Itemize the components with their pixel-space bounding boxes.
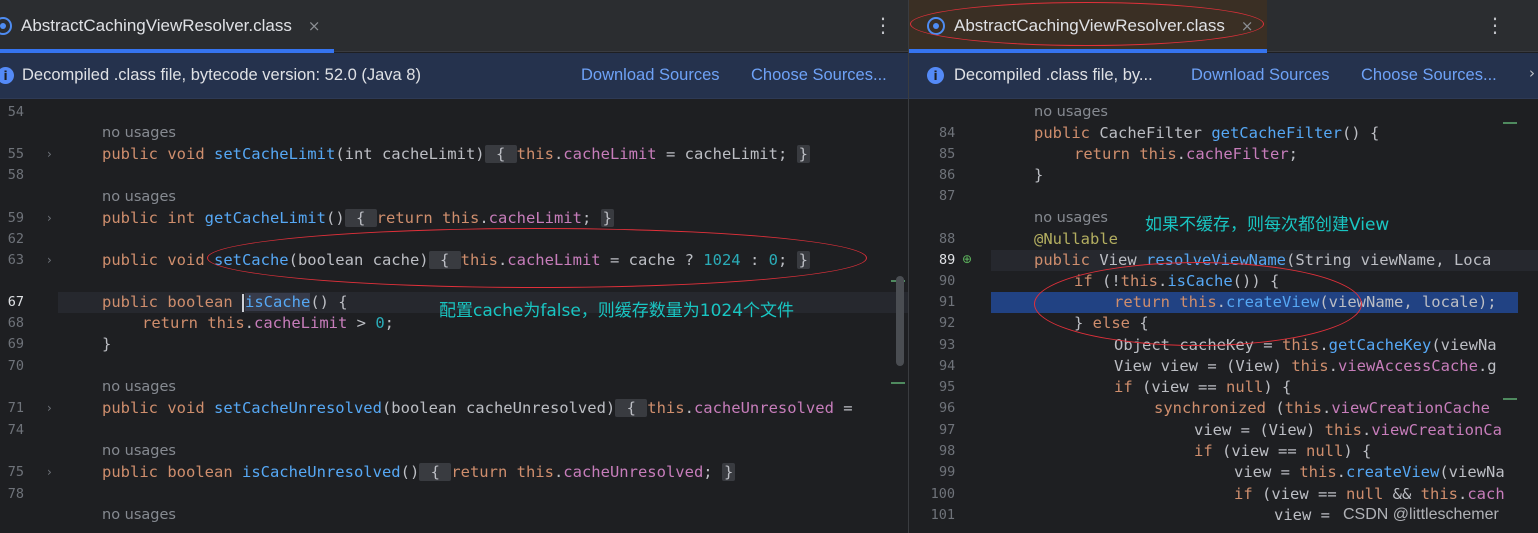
line-number: 63 [7, 252, 24, 268]
line-number: 75 [7, 464, 24, 480]
vertical-scrollbar[interactable] [896, 276, 904, 366]
line-number: 59 [7, 210, 24, 226]
fold-chevron-icon[interactable]: › [47, 208, 52, 229]
no-usages-hint[interactable]: no usages [102, 187, 176, 208]
left-decompiled-banner: i Decompiled .class file, bytecode versi… [0, 53, 908, 99]
code-line-55: public void setCacheLimit(int cacheLimit… [102, 145, 810, 163]
kebab-menu-icon[interactable]: ⋮ [1485, 13, 1505, 37]
left-tab-title: AbstractCachingViewResolver.class [21, 16, 292, 35]
code-line-85: return this.cacheFilter; [1074, 145, 1298, 163]
close-icon[interactable]: × [308, 17, 321, 35]
no-usages-hint[interactable]: no usages [102, 441, 176, 462]
right-choose-sources-link[interactable]: Choose Sources... [1361, 66, 1497, 85]
info-icon: i [0, 67, 14, 84]
no-usages-hint[interactable]: no usages [102, 123, 176, 144]
left-code-editor[interactable]: 54 55 58 59 62 63 67 68 69 70 71 74 75 7… [0, 100, 908, 533]
line-number: 85 [939, 146, 956, 162]
line-number: 93 [939, 337, 956, 353]
code-line-86: } [1034, 166, 1044, 184]
line-number: 100 [930, 486, 955, 502]
right-banner-text: Decompiled .class file, by... [954, 66, 1153, 84]
code-line-68: return this.cacheLimit > 0; [142, 314, 395, 332]
left-editor-pane: AbstractCachingViewResolver.class × ⋮ i … [0, 0, 908, 533]
line-number: 91 [939, 294, 956, 310]
highlight-ellipse [910, 2, 1264, 46]
line-number: 99 [939, 464, 956, 480]
right-download-sources-link[interactable]: Download Sources [1191, 66, 1330, 85]
line-number: 74 [7, 422, 24, 438]
override-gutter-icon[interactable]: ⊕ [962, 252, 972, 266]
line-number: 55 [7, 146, 24, 162]
left-tab-abstract-caching-view-resolver[interactable]: AbstractCachingViewResolver.class × [0, 0, 334, 53]
code-line-84: public CacheFilter getCacheFilter() { [1034, 124, 1380, 142]
code-line-75: public boolean isCacheUnresolved() { ret… [102, 463, 736, 481]
line-number: 94 [939, 358, 956, 374]
text-caret [241, 293, 244, 312]
watermark: CSDN @littleschemer [1343, 506, 1499, 523]
no-usages-hint[interactable]: no usages [102, 377, 176, 398]
line-number: 54 [7, 104, 24, 120]
line-number: 90 [939, 273, 956, 289]
left-download-sources-link[interactable]: Download Sources [581, 66, 720, 85]
no-usages-hint[interactable]: no usages [1034, 208, 1108, 229]
class-file-icon [0, 17, 12, 35]
info-icon: i [927, 67, 944, 84]
line-number: 78 [7, 486, 24, 502]
code-line-95: if (view == null) { [1114, 378, 1292, 396]
code-line-69: } [102, 335, 112, 353]
scroll-marker [1503, 122, 1517, 124]
line-number: 98 [939, 443, 956, 459]
highlight-ellipse [207, 228, 867, 288]
annotation-note: 配置cache为false，则缓存数量为1024个文件 [439, 301, 795, 321]
kebab-menu-icon[interactable]: ⋮ [873, 13, 893, 37]
scroll-marker [891, 382, 905, 384]
line-number: 88 [939, 231, 956, 247]
code-line-96: synchronized (this.viewCreationCache [1154, 399, 1490, 417]
chevron-right-icon[interactable]: › [1529, 64, 1535, 82]
code-line-100: if (view == null && this.cach [1234, 485, 1505, 503]
left-choose-sources-link[interactable]: Choose Sources... [751, 66, 887, 85]
code-line-99: view = this.createView(viewNa [1234, 463, 1505, 481]
code-line-67: public boolean isCache() { [102, 293, 348, 312]
line-number: 71 [7, 400, 24, 416]
left-tab-bar: AbstractCachingViewResolver.class × ⋮ [0, 0, 908, 53]
code-line-98: if (view == null) { [1194, 442, 1372, 460]
line-number: 92 [939, 315, 956, 331]
line-number: 86 [939, 167, 956, 183]
right-editor-pane: AbstractCachingViewResolver.class × ⋮ i … [908, 0, 1538, 533]
code-line-71: public void setCacheUnresolved(boolean c… [102, 399, 853, 417]
code-line-94: View view = (View) this.viewAccessCache.… [1114, 357, 1497, 375]
annotation-note: 如果不缓存，则每次都创建View [1145, 215, 1390, 235]
right-code-editor[interactable]: 84 85 86 87 88 89 90 91 92 93 94 95 96 9… [909, 100, 1538, 533]
line-number: 69 [7, 336, 24, 352]
fold-chevron-icon[interactable]: › [47, 144, 52, 165]
fold-chevron-icon[interactable]: › [47, 462, 52, 483]
code-line-59: public int getCacheLimit() { return this… [102, 209, 614, 227]
line-number: 62 [7, 231, 24, 247]
no-usages-hint[interactable]: no usages [102, 505, 176, 526]
line-number: 95 [939, 379, 956, 395]
code-line-97: view = (View) this.viewCreationCa [1194, 421, 1502, 439]
line-number-current: 67 [7, 294, 24, 310]
no-usages-hint[interactable]: no usages [1034, 102, 1108, 123]
code-line-88: @Nullable [1034, 230, 1118, 248]
line-number: 96 [939, 400, 956, 416]
line-number: 68 [7, 315, 24, 331]
line-number-current: 89 [939, 252, 956, 268]
line-number: 87 [939, 188, 956, 204]
line-number: 101 [930, 507, 955, 523]
line-number: 84 [939, 125, 956, 141]
left-banner-text: Decompiled .class file, bytecode version… [22, 66, 421, 84]
line-number: 70 [7, 358, 24, 374]
right-decompiled-banner: i Decompiled .class file, by... Download… [909, 53, 1538, 99]
scroll-marker [1503, 398, 1517, 400]
fold-chevron-icon[interactable]: › [47, 250, 52, 271]
right-tab-bar: AbstractCachingViewResolver.class × ⋮ [909, 0, 1538, 53]
code-line-101: view = [1274, 506, 1340, 524]
line-number: 58 [7, 167, 24, 183]
line-number: 97 [939, 422, 956, 438]
fold-chevron-icon[interactable]: › [47, 398, 52, 419]
highlight-ellipse [1034, 262, 1362, 346]
